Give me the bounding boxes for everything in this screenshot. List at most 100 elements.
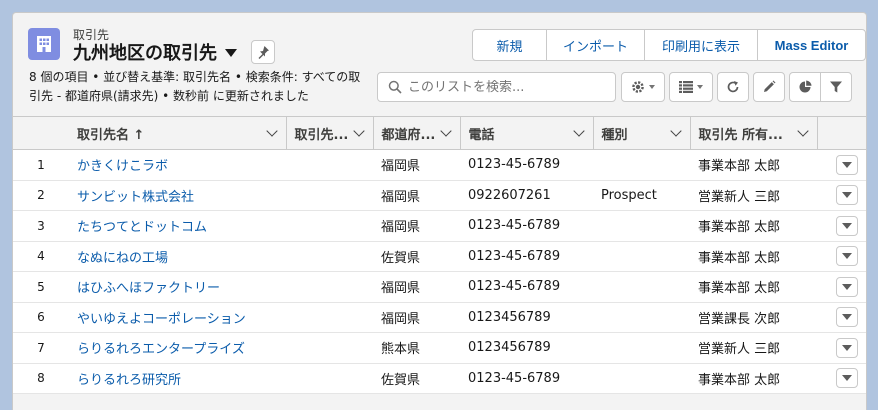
charts-button[interactable] [790,73,821,101]
account-site-cell [286,149,373,181]
billing-state-cell: 福岡県 [373,180,460,211]
phone-cell: 0123-45-6789 [460,149,593,181]
owner-cell: 事業本部 太郎 [690,271,817,303]
row-actions-button[interactable] [836,307,858,328]
list-search-box [377,72,616,102]
column-header-phone[interactable]: 電話 [460,116,594,150]
inline-edit-button[interactable] [753,72,785,102]
mass-editor-button[interactable]: Mass Editor [758,30,865,60]
list-actions-group: 新規 インポート 印刷用に表示 Mass Editor [472,29,866,61]
account-name-link[interactable]: たちつてとドットコム [77,220,207,235]
phone-cell: 0123-45-6789 [460,210,593,242]
owner-cell: 事業本部 太郎 [690,241,817,272]
account-name-cell: らりるれろ研究所 [69,363,286,394]
row-number: 5 [13,271,69,303]
row-actions-button[interactable] [836,337,858,358]
column-header-billing-state[interactable]: 都道府... [373,116,461,150]
column-header-owner[interactable]: 取引先 所有... [690,116,818,150]
table-row: 6 やいゆえよコーポレーション 福岡県 0123456789 営業課長 次郎 [13,302,866,333]
row-actions-button[interactable] [836,246,858,267]
row-actions-button[interactable] [836,215,858,236]
column-label: 都道府... [381,127,436,143]
account-site-cell [286,332,373,364]
filters-button[interactable] [821,73,851,101]
chevron-down-icon[interactable] [439,125,452,137]
account-site-cell [286,271,373,303]
chevron-down-icon [842,283,852,290]
row-actions-cell [817,210,866,242]
table-row: 4 なぬにねの工場 佐賀県 0123-45-6789 事業本部 太郎 [13,241,866,272]
chevron-down-icon [842,314,852,321]
row-actions-cell [817,271,866,303]
phone-cell: 0922607261 [460,180,593,211]
type-cell [593,363,690,394]
account-site-cell [286,302,373,333]
list-view-switcher-caret-icon[interactable] [225,49,237,57]
account-site-cell [286,180,373,211]
account-object-icon [28,28,60,60]
import-button[interactable]: インポート [547,30,645,60]
row-actions-button[interactable] [836,368,858,389]
owner-cell: 事業本部 太郎 [690,210,817,242]
pin-icon [258,46,269,59]
account-name-link[interactable]: サンビット株式会社 [77,190,194,205]
display-as-button[interactable] [669,72,713,102]
row-actions-button[interactable] [836,276,858,297]
account-name-cell: はひふへほファクトリー [69,271,286,303]
account-name-cell: なぬにねの工場 [69,241,286,272]
gear-icon [632,81,644,93]
account-name-link[interactable]: らりるれろエンタープライズ [77,342,245,357]
owner-cell: 事業本部 太郎 [690,363,817,394]
column-label: 電話 [468,127,495,143]
chart-filter-button-group [789,72,852,102]
account-name-cell: かきくけこラボ [69,149,286,181]
column-label: 取引先名 ↑ [77,127,145,143]
column-header-type[interactable]: 種別 [593,116,691,150]
account-name-cell: らりるれろエンタープライズ [69,332,286,364]
list-settings-button[interactable] [621,72,665,102]
owner-cell: 営業新人 三郎 [690,180,817,211]
table-row: 8 らりるれろ研究所 佐賀県 0123-45-6789 事業本部 太郎 [13,363,866,394]
chevron-down-icon[interactable] [265,125,278,137]
column-label: 取引先... [294,127,349,143]
account-name-link[interactable]: なぬにねの工場 [77,251,168,266]
pin-list-button[interactable] [251,40,275,64]
row-number-header [13,116,69,150]
account-name-link[interactable]: かきくけこラボ [77,159,168,174]
chevron-down-icon[interactable] [572,125,585,137]
search-input[interactable] [408,79,608,95]
row-actions-button[interactable] [836,185,858,206]
table-row: 7 らりるれろエンタープライズ 熊本県 0123456789 営業新人 三郎 [13,332,866,364]
accounts-table: 取引先名 ↑ 取引先... 都道府... 電話 種別 取引先 所有... 1 か… [13,116,866,394]
account-name-link[interactable]: やいゆえよコーポレーション [77,312,246,327]
chevron-down-icon [842,344,852,351]
table-row: 5 はひふへほファクトリー 福岡県 0123-45-6789 事業本部 太郎 [13,271,866,303]
billing-state-cell: 福岡県 [373,149,460,181]
list-view-title[interactable]: 九州地区の取引先 [73,39,217,65]
column-label: 種別 [601,127,628,143]
column-header-account-name[interactable]: 取引先名 ↑ [69,116,287,150]
account-name-link[interactable]: らりるれろ研究所 [77,373,181,388]
chevron-down-icon [842,161,852,168]
billing-state-cell: 佐賀県 [373,241,460,272]
row-number: 4 [13,241,69,272]
phone-cell: 0123-45-6789 [460,241,593,272]
new-button[interactable]: 新規 [473,30,547,60]
chevron-down-icon[interactable] [352,125,365,137]
column-header-account-site[interactable]: 取引先... [286,116,374,150]
row-number: 1 [13,149,69,181]
row-number: 7 [13,332,69,364]
chevron-down-icon[interactable] [796,125,809,137]
row-actions-cell [817,302,866,333]
row-actions-cell [817,332,866,364]
billing-state-cell: 福岡県 [373,210,460,242]
account-name-link[interactable]: はひふへほファクトリー [77,281,220,296]
billing-state-cell: 福岡県 [373,271,460,303]
printable-view-button[interactable]: 印刷用に表示 [645,30,758,60]
refresh-button[interactable] [717,72,749,102]
chevron-down-icon [842,253,852,260]
account-name-cell: サンビット株式会社 [69,180,286,211]
chevron-down-icon[interactable] [669,125,682,137]
row-actions-button[interactable] [836,154,858,175]
column-label: 取引先 所有... [698,127,783,143]
